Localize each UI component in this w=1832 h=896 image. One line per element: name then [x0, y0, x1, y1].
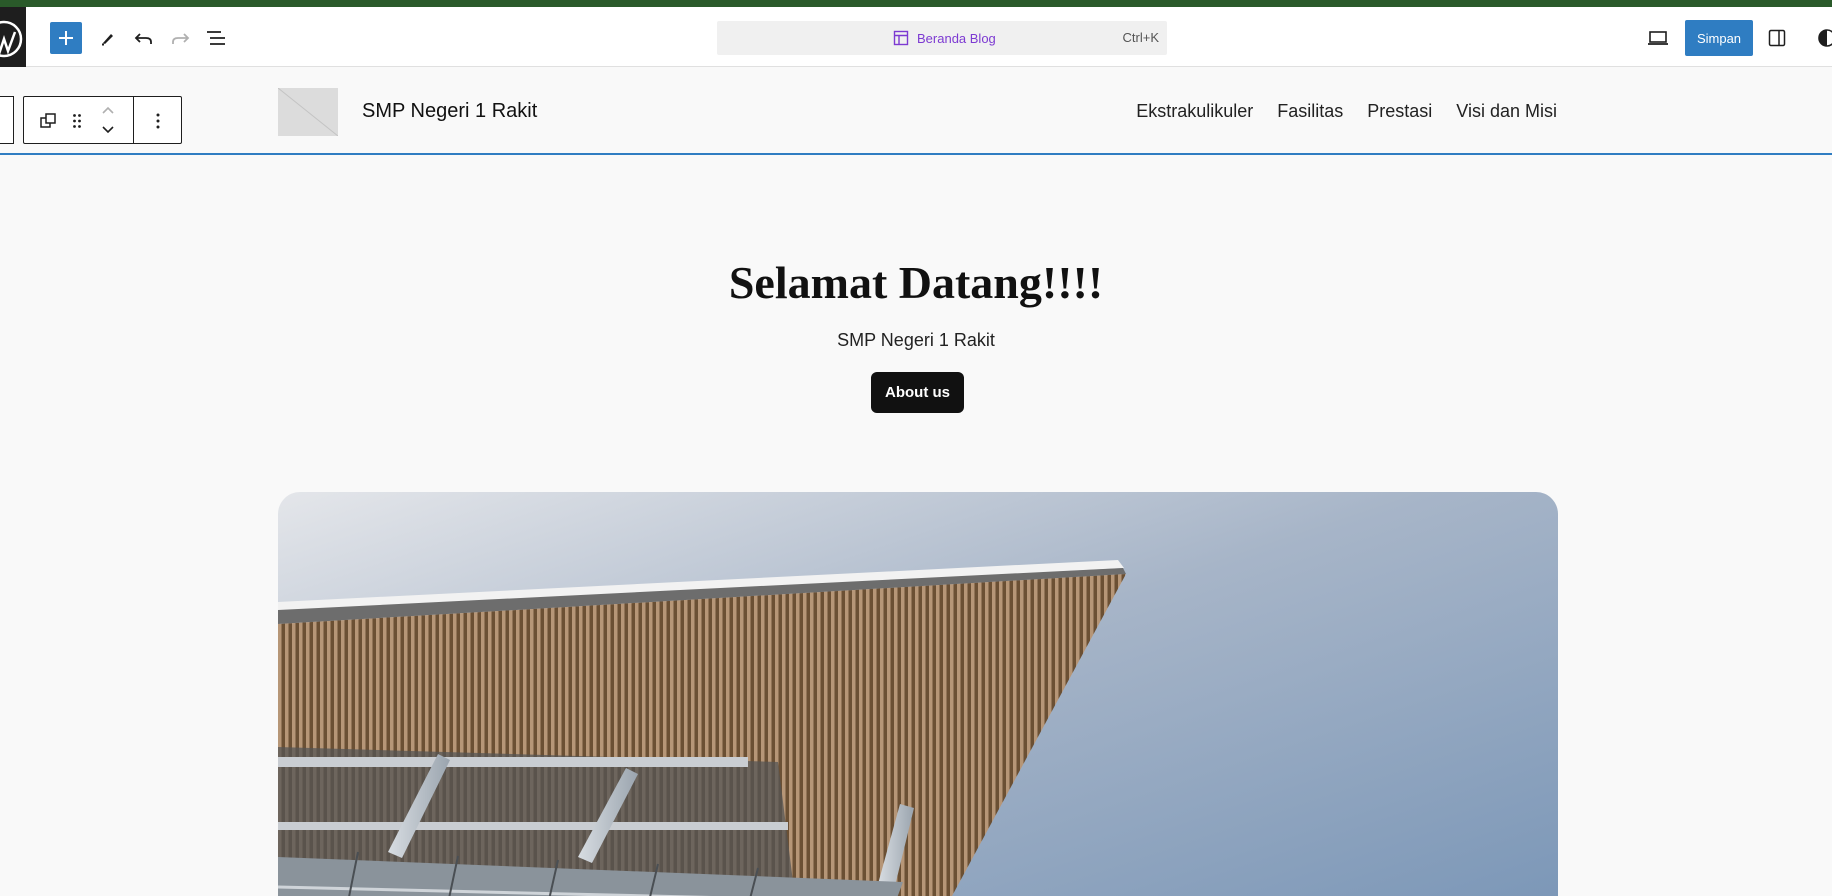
duplicate-button[interactable] [36, 109, 60, 133]
hero-heading[interactable]: Selamat Datang!!!! [0, 256, 1832, 309]
block-toolbar-divider [133, 97, 134, 143]
site-title[interactable]: SMP Negeri 1 Rakit [362, 100, 537, 123]
nav-item-ekstrakulikuler[interactable]: Ekstrakulikuler [1136, 101, 1253, 122]
editor-toolbar: Beranda Blog Ctrl+K Simpan [0, 7, 1832, 67]
nav-item-prestasi[interactable]: Prestasi [1367, 101, 1432, 122]
redo-button[interactable] [164, 22, 196, 54]
move-down-button[interactable] [96, 122, 120, 138]
more-options-icon [156, 113, 160, 129]
redo-icon [172, 33, 190, 44]
wordpress-icon[interactable] [0, 7, 26, 67]
preview-button[interactable] [1642, 22, 1674, 54]
drag-handle[interactable] [66, 109, 88, 133]
layout-icon [893, 30, 909, 46]
save-button[interactable]: Simpan [1685, 20, 1753, 56]
command-title: Beranda Blog [917, 30, 996, 46]
duplicate-icon [40, 113, 56, 128]
about-us-button[interactable]: About us [871, 372, 964, 413]
nav-item-visi-dan-misi[interactable]: Visi dan Misi [1456, 101, 1557, 122]
plus-icon [59, 31, 73, 45]
top-strip [0, 0, 1832, 7]
chevron-down-icon [102, 126, 114, 134]
pencil-icon [102, 34, 113, 46]
hero-building-image[interactable] [278, 492, 1558, 896]
hero-subheading[interactable]: SMP Negeri 1 Rakit [0, 330, 1832, 351]
desktop-preview-icon [1648, 31, 1668, 45]
sidebar-icon [1768, 29, 1786, 47]
chevron-up-icon [102, 106, 114, 114]
list-view-button[interactable] [200, 22, 232, 54]
block-toolbar [23, 96, 182, 144]
editor-canvas: SMP Negeri 1 Rakit Ekstrakulikuler Fasil… [0, 68, 1832, 896]
parent-block-selector[interactable] [0, 96, 14, 144]
undo-button[interactable] [128, 22, 160, 54]
site-navigation: Ekstrakulikuler Fasilitas Prestasi Visi … [1136, 101, 1557, 122]
undo-icon [134, 33, 152, 44]
styles-button[interactable] [1810, 22, 1832, 54]
settings-sidebar-button[interactable] [1761, 22, 1793, 54]
command-shortcut: Ctrl+K [1122, 30, 1159, 45]
tools-button[interactable] [92, 22, 124, 54]
styles-icon [1818, 29, 1832, 47]
drag-handle-icon [73, 114, 81, 128]
block-options-button[interactable] [146, 109, 170, 133]
list-view-icon [207, 31, 225, 45]
add-block-button[interactable] [50, 22, 82, 54]
move-up-button[interactable] [96, 102, 120, 118]
command-palette-button[interactable]: Beranda Blog Ctrl+K [717, 21, 1167, 55]
site-header[interactable]: SMP Negeri 1 Rakit Ekstrakulikuler Fasil… [0, 68, 1832, 155]
site-logo-placeholder[interactable] [278, 88, 338, 136]
nav-item-fasilitas[interactable]: Fasilitas [1277, 101, 1343, 122]
